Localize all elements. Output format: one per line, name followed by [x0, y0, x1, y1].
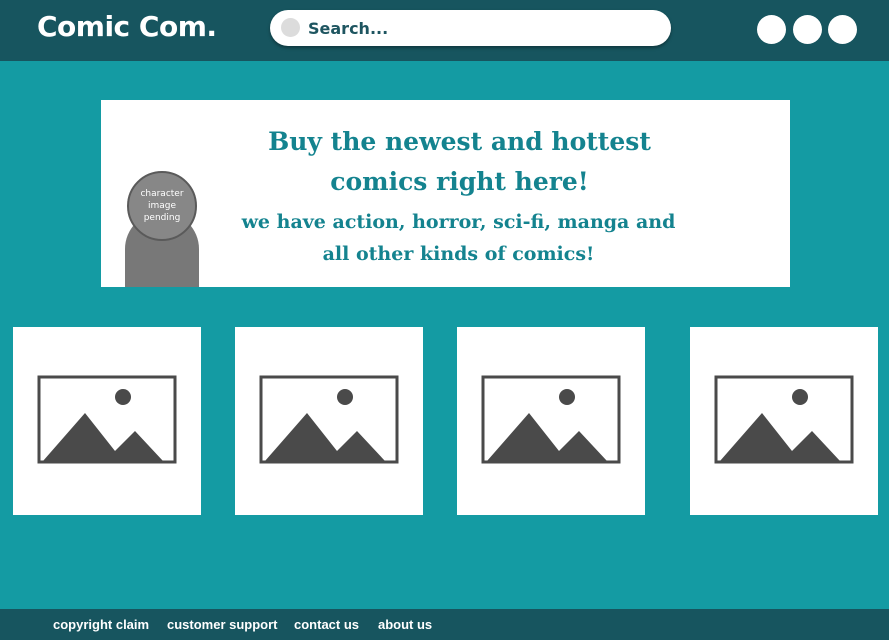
- header-button-3[interactable]: [828, 15, 857, 44]
- search-bar[interactable]: [270, 10, 671, 46]
- site-logo[interactable]: Comic Com.: [37, 10, 217, 43]
- hero-subtitle: we have action, horror, sci-fi, manga an…: [241, 211, 676, 265]
- search-input[interactable]: [308, 10, 658, 46]
- header: Comic Com.: [0, 0, 889, 61]
- header-button-2[interactable]: [793, 15, 822, 44]
- footer-link-copyright[interactable]: copyright claim: [53, 617, 149, 632]
- hero-banner: character image pending Buy the newest a…: [101, 100, 790, 287]
- product-card-3[interactable]: [457, 327, 645, 515]
- header-button-1[interactable]: [757, 15, 786, 44]
- character-placeholder-text: character image pending: [140, 189, 184, 223]
- footer-link-about-us[interactable]: about us: [378, 617, 432, 632]
- image-placeholder-icon: [259, 375, 399, 464]
- image-placeholder-icon: [481, 375, 621, 464]
- hero-title: Buy the newest and hottest comics right …: [268, 127, 651, 196]
- footer-link-contact-us[interactable]: contact us: [294, 617, 359, 632]
- search-icon[interactable]: [281, 18, 300, 37]
- product-card-4[interactable]: [690, 327, 878, 515]
- footer-link-customer-support[interactable]: customer support: [167, 617, 278, 632]
- footer: copyright claim customer support contact…: [0, 609, 889, 640]
- image-placeholder-icon: [714, 375, 854, 464]
- product-card-2[interactable]: [235, 327, 423, 515]
- character-head-placeholder: character image pending: [127, 171, 197, 241]
- image-placeholder-icon: [37, 375, 177, 464]
- product-card-1[interactable]: [13, 327, 201, 515]
